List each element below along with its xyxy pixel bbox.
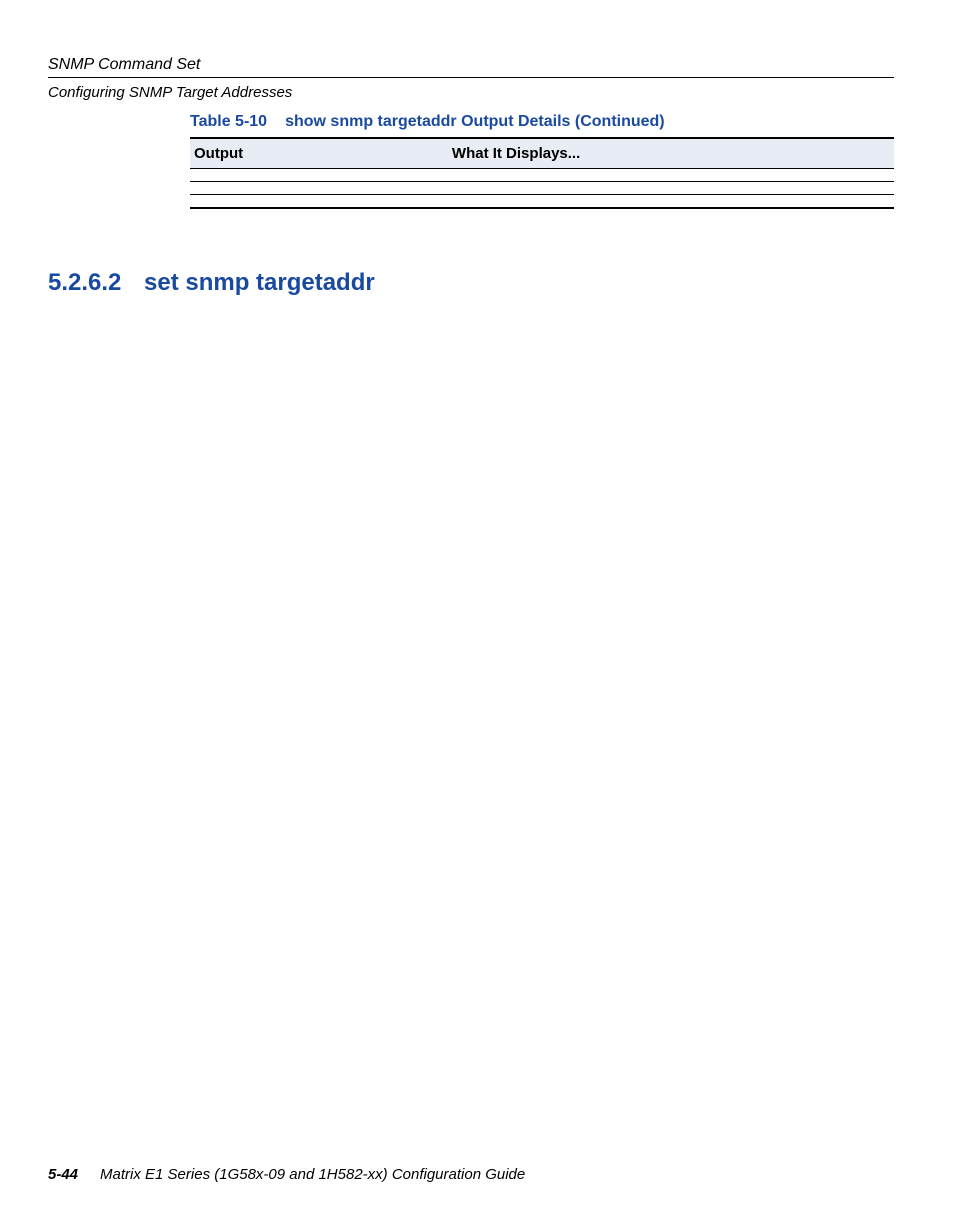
page: SNMP Command Set Configuring SNMP Target… [0,0,954,1227]
col-header-desc: What It Displays... [352,138,894,169]
table-row [190,169,894,182]
table-header-row: Output What It Displays... [190,138,894,169]
header-rule [48,77,894,78]
section-heading: 5.2.6.2set snmp targetaddr [48,269,894,297]
section-number: 5.2.6.2 [48,269,144,297]
section-title: set snmp targetaddr [144,269,375,296]
table-number: Table 5-10 [190,113,267,130]
page-number: 5-44 [48,1166,78,1183]
running-header-title: SNMP Command Set [48,56,894,74]
table-row [190,195,894,209]
page-footer: 5-44 Matrix E1 Series (1G58x-09 and 1H582… [48,1166,525,1183]
running-header-subtitle: Configuring SNMP Target Addresses [48,84,894,101]
book-title: Matrix E1 Series (1G58x-09 and 1H582-xx)… [100,1166,525,1183]
table-title: show snmp targetaddr Output Details (Con… [285,113,665,130]
table-caption: Table 5-10 show snmp targetaddr Output De… [190,113,894,131]
output-details-table: Output What It Displays... [190,137,894,209]
col-header-output: Output [190,138,352,169]
table-block: Table 5-10 show snmp targetaddr Output De… [190,113,894,209]
table-row [190,182,894,195]
